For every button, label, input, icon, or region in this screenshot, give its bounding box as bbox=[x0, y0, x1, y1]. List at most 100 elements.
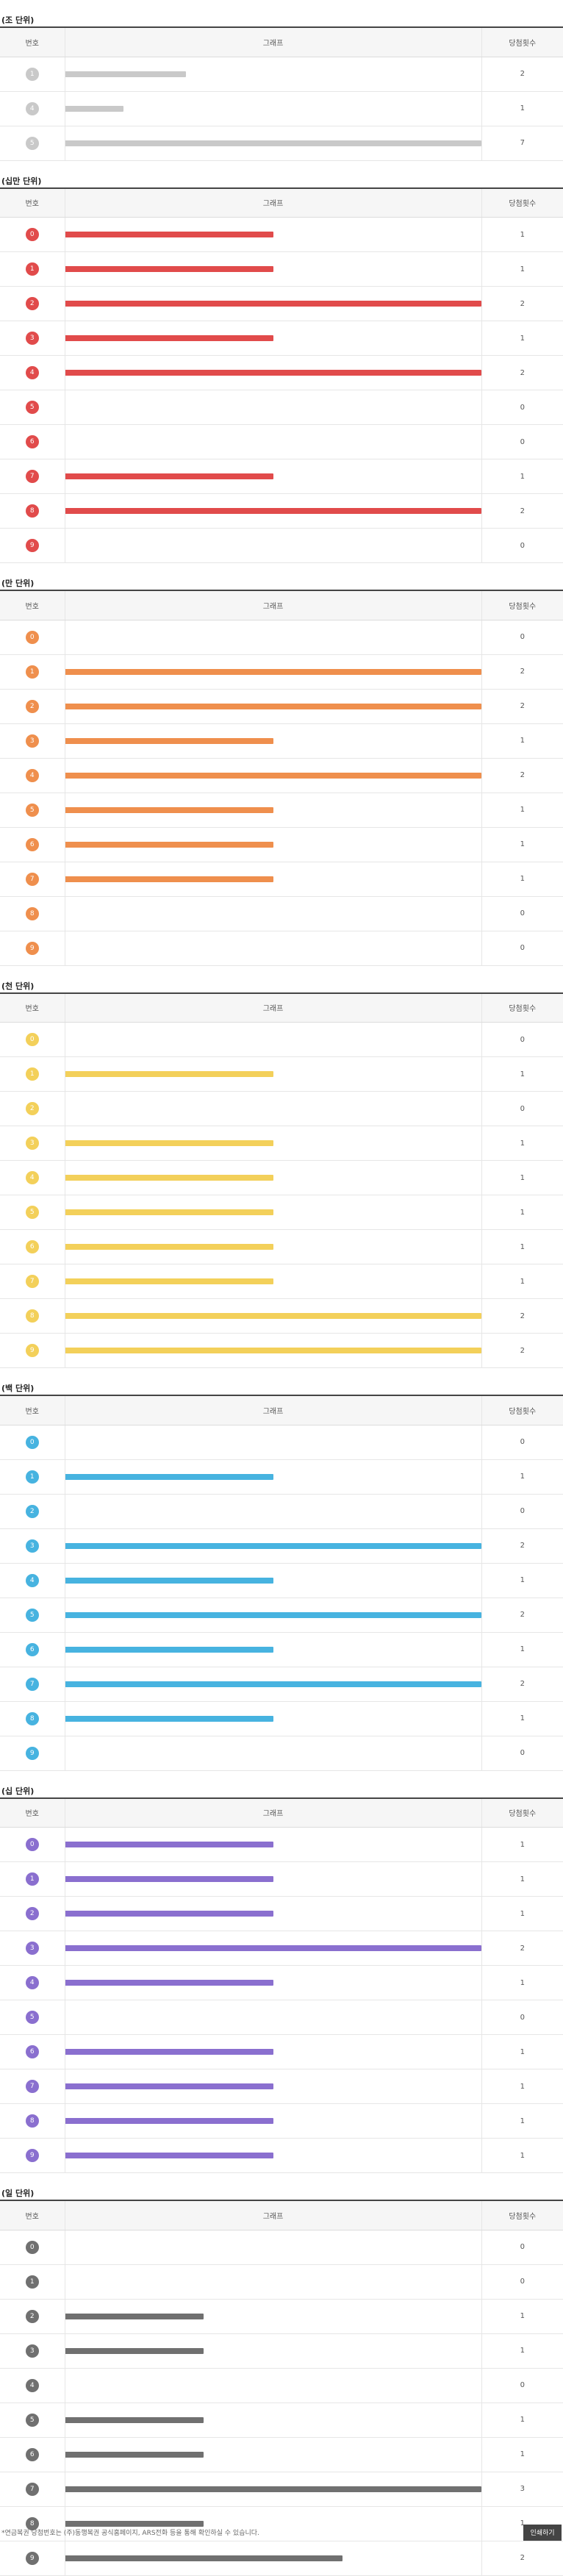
statistics-sections: (조 단위) 번호 그래프 당첨횟수 1 2 4 1 5 7 (십만 단위) 번호 그래프 당첨횟수 0 1 1… bbox=[0, 0, 563, 2576]
bar-track bbox=[65, 2265, 481, 2299]
table-row: 32 bbox=[0, 1528, 563, 1564]
number-cell: 2 bbox=[0, 286, 65, 321]
count-bar bbox=[65, 1244, 273, 1250]
number-ball: 2 bbox=[25, 1102, 39, 1115]
table-row: 82 bbox=[0, 1298, 563, 1334]
number-ball: 2 bbox=[25, 699, 39, 713]
stats-table: 번호 그래프 당첨횟수 0 1 1 1 2 2 3 1 4 2 5 0 6 0 7 1 8 2 9 0 bbox=[0, 187, 563, 563]
count-cell: 0 bbox=[481, 390, 563, 425]
bar-track bbox=[65, 1633, 481, 1667]
number-ball: 9 bbox=[25, 1746, 39, 1760]
count-cell: 0 bbox=[481, 896, 563, 931]
table-row: 80 bbox=[0, 896, 563, 931]
graph-cell bbox=[64, 931, 481, 966]
print-button[interactable]: 인쇄하기 bbox=[523, 2525, 562, 2541]
number-cell: 0 bbox=[0, 1827, 65, 1862]
table-row: 71 bbox=[0, 2069, 563, 2104]
graph-cell bbox=[64, 2069, 481, 2104]
count-bar bbox=[65, 1313, 481, 1319]
count-bar bbox=[65, 1278, 273, 1284]
number-ball: 3 bbox=[25, 1539, 39, 1553]
number-ball: 0 bbox=[25, 630, 39, 644]
number-cell: 1 bbox=[0, 654, 65, 690]
stats-table: 번호 그래프 당첨횟수 0 1 1 1 2 1 3 2 4 1 5 0 6 1 7 1 8 1 9 1 bbox=[0, 1797, 563, 2173]
count-cell: 2 bbox=[481, 493, 563, 529]
count-bar bbox=[65, 737, 273, 744]
bar-track bbox=[65, 2230, 481, 2264]
header-graph: 그래프 bbox=[64, 992, 481, 1023]
count-bar bbox=[65, 2416, 204, 2423]
count-cell: 0 bbox=[481, 2000, 563, 2035]
count-cell: 1 bbox=[481, 91, 563, 126]
section-title: (천 단위) bbox=[1, 981, 35, 991]
table-row: 00 bbox=[0, 1425, 563, 1460]
count-cell: 1 bbox=[481, 1195, 563, 1230]
table-row: 73 bbox=[0, 2472, 563, 2507]
count-cell: 1 bbox=[481, 217, 563, 252]
number-cell: 3 bbox=[0, 1126, 65, 1161]
count-bar bbox=[65, 1473, 273, 1480]
count-bar bbox=[65, 105, 123, 112]
count-cell: 2 bbox=[481, 758, 563, 793]
number-cell: 6 bbox=[0, 827, 65, 862]
table-row: 00 bbox=[0, 620, 563, 655]
table-row: 71 bbox=[0, 862, 563, 897]
header-number: 번호 bbox=[0, 590, 65, 620]
count-bar bbox=[65, 1681, 481, 1687]
header-number: 번호 bbox=[0, 1797, 65, 1828]
number-ball: 6 bbox=[25, 2447, 39, 2461]
count-cell: 0 bbox=[481, 2264, 563, 2300]
table-row: 61 bbox=[0, 2034, 563, 2069]
number-ball: 3 bbox=[25, 1137, 39, 1150]
count-cell: 1 bbox=[481, 1229, 563, 1264]
number-ball: 7 bbox=[25, 872, 39, 886]
graph-cell bbox=[64, 1195, 481, 1230]
table-row: 20 bbox=[0, 1091, 563, 1126]
count-cell: 0 bbox=[481, 1494, 563, 1529]
count-cell: 1 bbox=[481, 2138, 563, 2173]
count-cell: 0 bbox=[481, 1091, 563, 1126]
header-graph: 그래프 bbox=[64, 27, 481, 57]
bar-track bbox=[65, 459, 481, 493]
bar-track bbox=[65, 321, 481, 355]
table-row: 41 bbox=[0, 1965, 563, 2000]
number-ball: 1 bbox=[25, 1067, 39, 1081]
number-cell: 2 bbox=[0, 1091, 65, 1126]
number-ball: 5 bbox=[25, 2011, 39, 2024]
bar-track bbox=[65, 1023, 481, 1056]
number-cell: 0 bbox=[0, 1022, 65, 1057]
count-bar bbox=[65, 1876, 273, 1882]
graph-cell bbox=[64, 321, 481, 356]
number-ball: 6 bbox=[25, 435, 39, 448]
number-cell: 3 bbox=[0, 1931, 65, 1966]
table-row: 31 bbox=[0, 1126, 563, 1161]
table-row: 22 bbox=[0, 286, 563, 321]
number-ball: 1 bbox=[25, 262, 39, 276]
number-ball: 0 bbox=[25, 1033, 39, 1046]
graph-cell bbox=[64, 1827, 481, 1862]
bar-track bbox=[65, 1862, 481, 1896]
number-ball: 0 bbox=[25, 1435, 39, 1449]
number-cell: 7 bbox=[0, 2472, 65, 2507]
graph-cell bbox=[64, 620, 481, 655]
count-cell: 1 bbox=[481, 2069, 563, 2104]
section-title: (십 단위) bbox=[1, 1786, 35, 1796]
graph-cell bbox=[64, 424, 481, 459]
number-ball: 5 bbox=[25, 803, 39, 817]
number-ball: 4 bbox=[25, 1573, 39, 1587]
table-row: 20 bbox=[0, 1494, 563, 1529]
graph-cell bbox=[64, 217, 481, 252]
number-cell: 8 bbox=[0, 1701, 65, 1736]
bar-track bbox=[65, 724, 481, 758]
graph-cell bbox=[64, 654, 481, 690]
count-bar bbox=[65, 1715, 273, 1722]
number-cell: 4 bbox=[0, 1160, 65, 1195]
number-cell: 2 bbox=[0, 1494, 65, 1529]
graph-cell bbox=[64, 1931, 481, 1966]
count-cell: 2 bbox=[481, 689, 563, 724]
number-cell: 7 bbox=[0, 459, 65, 494]
count-cell: 1 bbox=[481, 2034, 563, 2069]
graph-cell bbox=[64, 2034, 481, 2069]
table-row: 21 bbox=[0, 2299, 563, 2334]
count-cell: 0 bbox=[481, 2230, 563, 2265]
